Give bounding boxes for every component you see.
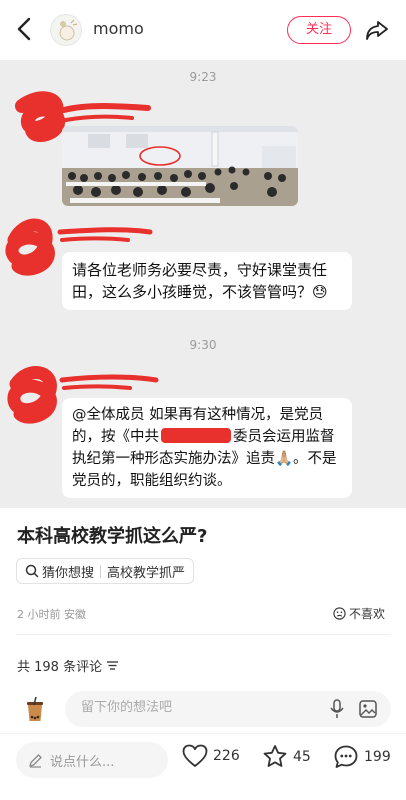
top-bar: momo 关注	[0, 0, 406, 60]
star-icon	[263, 745, 287, 767]
image-icon[interactable]	[359, 700, 377, 718]
say-something-placeholder: 说点什么...	[50, 754, 115, 770]
dislike-button[interactable]: 不喜欢	[333, 605, 385, 622]
chat-message-bubble: @全体成员 如果再有这种情况，是党员的，按《中共 委员会运用监督执纪第一种形态实施…	[62, 398, 352, 498]
post-time-location: 2 小时前 安徽	[17, 608, 86, 621]
comment-count-number: 199	[364, 749, 391, 765]
search-icon	[25, 564, 39, 578]
collect-count: 45	[293, 748, 311, 765]
microphone-icon[interactable]	[329, 699, 345, 719]
pencil-icon	[29, 753, 42, 768]
comment-count-text: 共 198 条评论	[17, 660, 103, 675]
comment-bubble-icon	[334, 745, 358, 768]
search-chip-term: 高校教学抓严	[107, 565, 186, 581]
collect-button[interactable]: 45	[262, 744, 311, 769]
comment-input[interactable]	[81, 700, 311, 715]
sad-face-icon	[333, 607, 346, 620]
divider	[16, 634, 390, 635]
dislike-label: 不喜欢	[349, 607, 386, 621]
chat-message-text: 请各位老师务必要尽责，守好课堂责任田，这么多小孩睡觉，不该管管吗？😓	[72, 261, 328, 301]
like-button[interactable]: 226	[182, 744, 240, 768]
comment-count[interactable]: 共 198 条评论	[17, 656, 119, 675]
suggested-search-chip[interactable]: 猜你想搜 高校教学抓严	[16, 558, 195, 584]
heart-icon	[182, 744, 208, 767]
bubble-tea-avatar-icon	[27, 697, 43, 721]
comment-button[interactable]: 199	[333, 744, 391, 770]
back-arrow-icon[interactable]	[14, 16, 36, 42]
search-chip-prefix: 猜你想搜	[42, 565, 95, 581]
chat-message-bubble: 请各位老师务必要尽责，守好课堂责任田，这么多小孩睡觉，不该管管吗？😓	[62, 252, 352, 310]
comment-input-box[interactable]	[65, 691, 391, 727]
chat-timestamp: 9:23	[189, 70, 217, 84]
author-avatar[interactable]	[50, 14, 82, 46]
bottom-action-bar: 说点什么... 226 45 199	[0, 733, 406, 800]
chat-screenshot[interactable]: 9:23 请各位老师务必要尽责，守好课堂责任田，这么多小孩睡觉，不该管管吗？😓 …	[0, 60, 406, 508]
say-something-input[interactable]: 说点什么...	[16, 742, 168, 778]
divider	[100, 564, 102, 578]
classroom-photo[interactable]	[62, 126, 298, 206]
share-icon[interactable]	[364, 17, 390, 43]
like-count: 226	[213, 748, 240, 764]
avatar-illustration-icon	[59, 19, 78, 41]
chat-timestamp: 9:30	[189, 338, 217, 352]
follow-button[interactable]: 关注	[287, 16, 351, 44]
redacted-text-block	[161, 428, 231, 443]
sort-icon	[107, 661, 119, 670]
post-title: 本科高校教学抓这么严?	[17, 526, 208, 547]
author-name[interactable]: momo	[93, 19, 144, 38]
